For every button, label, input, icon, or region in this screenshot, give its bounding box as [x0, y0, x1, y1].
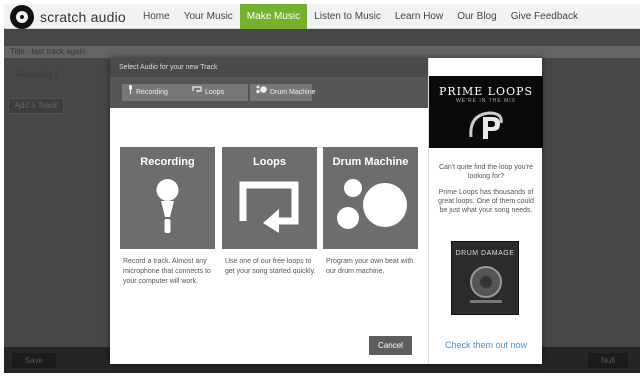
- tab-drum-label: Drum Machine: [270, 89, 316, 96]
- nav-item-feedback[interactable]: Give Feedback: [504, 4, 585, 29]
- drum-icon: [337, 179, 407, 229]
- loops-card[interactable]: Loops: [222, 147, 317, 249]
- product-title: DRUM DAMAGE: [455, 250, 515, 257]
- logo-text: scratch audio: [40, 8, 126, 25]
- loop-icon: [239, 181, 299, 233]
- loops-description: Use one of our free loops to get your so…: [225, 258, 316, 275]
- prime-loops-logo[interactable]: PRIME LOOPS WE'RE IN THE MIX: [429, 76, 543, 148]
- nav-item-home[interactable]: Home: [136, 4, 177, 29]
- nav-item-make-music[interactable]: Make Music: [239, 4, 308, 29]
- nav-item-our-blog[interactable]: Our Blog: [450, 4, 503, 29]
- ad-tagline: WE'RE IN THE MIX: [456, 98, 516, 104]
- select-audio-dialog: Select Audio for your new Track Recordin…: [110, 58, 543, 364]
- tab-loops[interactable]: Loops: [186, 84, 248, 101]
- tab-recording[interactable]: Recording: [122, 84, 192, 101]
- nav-item-your-music[interactable]: Your Music: [177, 4, 240, 29]
- loops-card-title: Loops: [253, 156, 286, 168]
- loop-icon: [192, 84, 202, 101]
- ad-question: Can't quite find the loop you're looking…: [438, 164, 534, 180]
- nav-item-learn-how[interactable]: Learn How: [388, 4, 450, 29]
- logo-icon: [10, 4, 34, 29]
- tab-drum-machine[interactable]: Drum Machine: [250, 84, 316, 101]
- top-nav: scratch audio Home Your Music Make Music…: [4, 4, 640, 29]
- drum-machine-card-title: Drum Machine: [332, 156, 409, 168]
- drum-icon: [256, 84, 267, 101]
- speaker-icon: [470, 266, 502, 303]
- dialog-title: Select Audio for your new Track: [110, 58, 428, 77]
- nav-items: Home Your Music Make Music Listen to Mus…: [136, 4, 585, 29]
- microphone-icon: [128, 84, 133, 101]
- recording-card-title: Recording: [140, 156, 195, 168]
- product-box-image[interactable]: DRUM DAMAGE: [451, 241, 519, 315]
- check-them-out-link[interactable]: Check them out now: [429, 340, 543, 350]
- tab-recording-label: Recording: [136, 89, 168, 96]
- recording-card[interactable]: Recording: [120, 147, 215, 249]
- prime-loops-ad: PRIME LOOPS WE'RE IN THE MIX Can't quite…: [428, 58, 543, 364]
- recording-description: Record a track. Almost any microphone th…: [123, 258, 211, 285]
- microphone-icon: [156, 179, 179, 233]
- drum-machine-card[interactable]: Drum Machine: [323, 147, 418, 249]
- nav-item-listen[interactable]: Listen to Music: [307, 4, 388, 29]
- ad-brand: PRIME LOOPS: [438, 85, 534, 98]
- ad-pitch: Prime Loops has thousands of great loops…: [438, 189, 534, 214]
- drum-machine-description: Program your own beat with our drum mach…: [326, 258, 414, 275]
- cancel-button[interactable]: Cancel: [369, 336, 412, 355]
- logo[interactable]: scratch audio: [10, 4, 126, 29]
- tab-loops-label: Loops: [205, 89, 225, 96]
- prime-loops-emblem-icon: [469, 111, 503, 139]
- dialog-tabs: Recording Loops Drum Machine: [110, 77, 428, 108]
